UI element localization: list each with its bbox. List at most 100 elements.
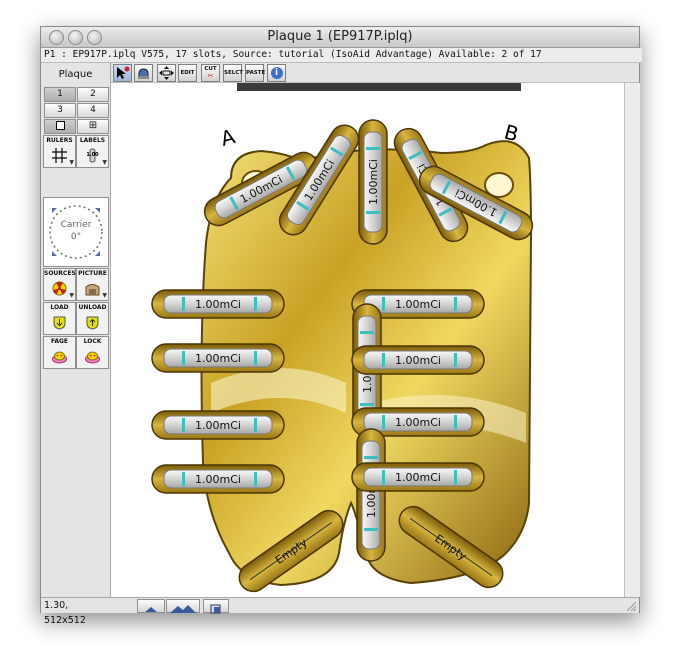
edit-toolbar: EDIT CUT ✂ SELCT PASTE i: [111, 63, 639, 83]
plaque-image: 1.00mCi 1.00mCi 1.00mCi 1.00mCi 1.00mCi 1.00m…: [151, 83, 534, 593]
seed-marker: [454, 415, 457, 429]
tool-sidebar: Plaque 1 2 3 4 ⊞ RULERS ▼ LABELS 1.00 ▼: [41, 63, 111, 597]
select-button[interactable]: SELCT: [223, 64, 243, 82]
pointer-icon: [117, 66, 130, 79]
select-arrow-button[interactable]: [113, 64, 132, 82]
plaque-face-icon: [52, 351, 67, 364]
drag-seed-button[interactable]: [134, 64, 153, 82]
seed-slot[interactable]: 1.00mCi: [151, 343, 285, 373]
seed-marker: [254, 472, 257, 486]
seed-marker: [360, 403, 374, 406]
seed-activity-label: 1.00mCi: [195, 419, 241, 432]
dropdown-arrow-icon: ▼: [102, 292, 107, 299]
seed-activity-label: 1.00mCi: [395, 354, 441, 367]
seed-slot[interactable]: 1.00mCi: [358, 119, 388, 245]
edit-button[interactable]: EDIT: [178, 64, 197, 82]
load-shield-icon: [53, 316, 66, 330]
seed-marker: [254, 418, 257, 432]
window-icon: [210, 604, 221, 614]
paste-button[interactable]: PASTE: [245, 64, 265, 82]
resize-grip-icon[interactable]: [625, 600, 637, 612]
seed-slot[interactable]: 1.00mCi: [351, 345, 485, 375]
vertical-scrollbar[interactable]: [624, 83, 640, 597]
small-mountain-icon: [145, 607, 157, 612]
carrier-angle: 0°: [70, 232, 82, 242]
seed-slot[interactable]: 1.00mCi: [356, 428, 386, 562]
seed-marker: [382, 353, 385, 367]
info-button[interactable]: i: [267, 64, 286, 82]
large-mountain-icon: [170, 605, 196, 613]
seed-marker: [182, 297, 185, 311]
view-2-button[interactable]: 2: [77, 87, 109, 102]
seed-marker: [366, 147, 380, 150]
dropdown-arrow-icon: ▼: [69, 292, 74, 299]
seed-marker: [382, 297, 385, 311]
dropdown-arrow-icon: ▼: [102, 159, 107, 166]
seed-marker: [382, 470, 385, 484]
move-arrows-icon: [159, 66, 174, 80]
quad-pane-icon: ⊞: [88, 120, 98, 131]
zoom-in-button[interactable]: [166, 599, 200, 613]
seed-activity-label: 1.00mCi: [195, 298, 241, 311]
labels-tool[interactable]: LABELS 1.00 ▼: [76, 135, 109, 168]
seed-slot[interactable]: 1.00mCi: [351, 462, 485, 492]
seed-marker: [254, 351, 257, 365]
seed-marker: [454, 470, 457, 484]
radiation-icon: [52, 281, 67, 296]
cut-button[interactable]: CUT ✂: [201, 64, 220, 82]
picture-tool[interactable]: PICTURE ▼: [76, 268, 109, 301]
scissors-icon: ✂: [207, 72, 214, 80]
fage-tool[interactable]: FAGE: [43, 336, 76, 369]
move-button[interactable]: [157, 64, 176, 82]
seed-slot[interactable]: 1.00mCi: [151, 464, 285, 494]
single-view-button[interactable]: [44, 119, 76, 134]
plaque-canvas[interactable]: 1.00mCi 1.00mCi 1.00mCi 1.00mCi 1.00mCi 1.00m…: [111, 83, 624, 597]
image-strip: [237, 83, 521, 91]
title-bar[interactable]: Plaque 1 (EP917P.iplq): [41, 27, 639, 48]
view-1-button[interactable]: 1: [44, 87, 76, 102]
sources-tool[interactable]: SOURCES ▼: [43, 268, 76, 301]
seed-marker: [454, 297, 457, 311]
hand-icon: [138, 68, 149, 79]
seed-activity-label: 1.00mCi: [395, 471, 441, 484]
single-pane-icon: [55, 121, 65, 130]
seed-marker: [454, 353, 457, 367]
seed-slot[interactable]: 1.00mCi: [151, 289, 285, 319]
view-3-button[interactable]: 3: [44, 103, 76, 118]
corner-a-label: A: [218, 124, 238, 151]
seed-marker: [182, 472, 185, 486]
seed-marker: [364, 456, 378, 459]
zoom-out-button[interactable]: [137, 599, 165, 613]
dropdown-arrow-icon: ▼: [69, 159, 74, 166]
seed-activity-label: 1.00mCi: [195, 473, 241, 486]
window-title: Plaque 1 (EP917P.iplq): [267, 29, 413, 44]
seed-marker: [254, 297, 257, 311]
view-4-button[interactable]: 4: [77, 103, 109, 118]
lock-tool[interactable]: LOCK: [76, 336, 109, 369]
seed-slot[interactable]: 1.00mCi: [151, 410, 285, 440]
corner-b-label: B: [502, 120, 521, 147]
zoom-readout: 1.30, 512x512: [44, 600, 86, 626]
seed-marker: [360, 331, 374, 334]
info-icon: i: [270, 67, 283, 79]
grid-icon: [52, 148, 67, 163]
carrier-rotation-dial[interactable]: Carrier 0°: [43, 197, 109, 267]
seed-activity-label: 1.00mCi: [395, 416, 441, 429]
carrier-label: Carrier: [60, 220, 92, 230]
plaque-window: Plaque 1 (EP917P.iplq) P1 : EP917P.iplq …: [40, 26, 642, 626]
load-tool[interactable]: LOAD: [43, 302, 76, 335]
seed-marker: [366, 211, 380, 214]
seed-marker: [364, 528, 378, 531]
plaque-info-bar: P1 : EP917P.iplq V575, 17 slots, Source:…: [41, 48, 642, 63]
unload-tool[interactable]: UNLOAD: [76, 302, 109, 335]
seed-activity-label: 1.00mCi: [195, 352, 241, 365]
unload-shield-icon: [86, 316, 99, 330]
quad-view-button[interactable]: ⊞: [77, 119, 109, 134]
seed-marker: [382, 415, 385, 429]
lock-plaque-icon: [85, 351, 100, 364]
fit-window-button[interactable]: [203, 599, 229, 614]
seed-activity-label: 1.00mCi: [367, 159, 380, 205]
seed-marker: [182, 351, 185, 365]
rulers-tool[interactable]: RULERS ▼: [43, 135, 76, 168]
sidebar-header: Plaque: [58, 69, 93, 80]
